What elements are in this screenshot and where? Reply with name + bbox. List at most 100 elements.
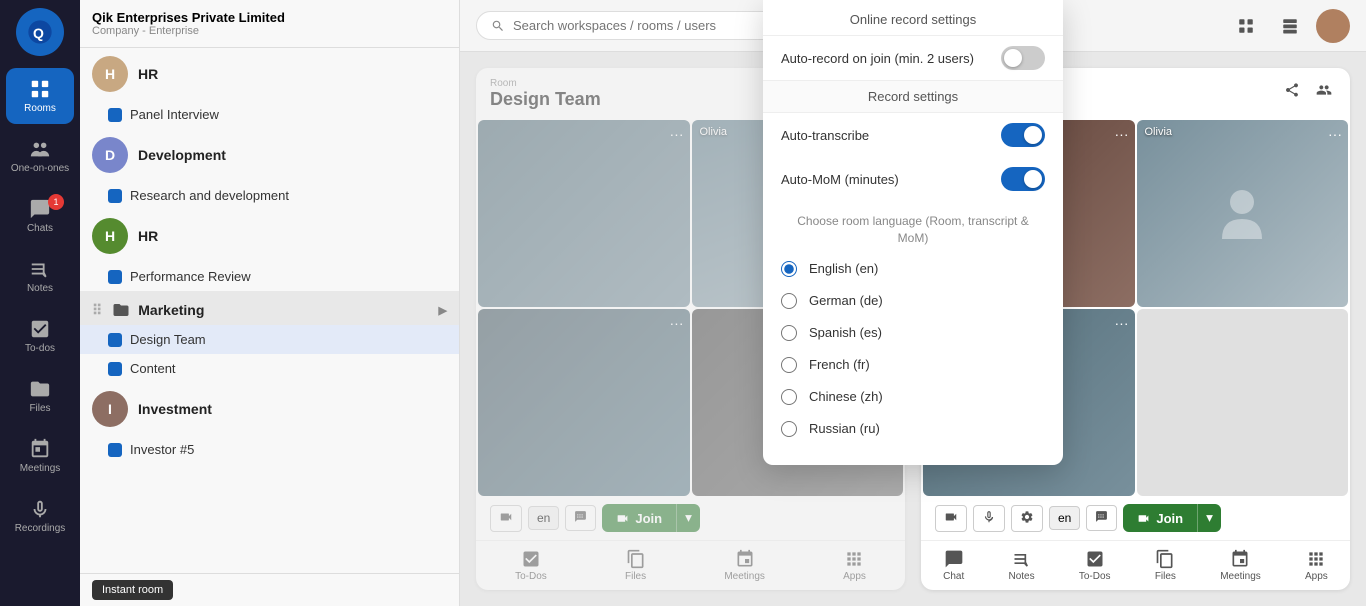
auto-mom-toggle[interactable] [1001, 167, 1045, 191]
room-item-design-team[interactable]: Design Team [80, 325, 459, 354]
sidebar-rooms-label: Rooms [24, 103, 56, 114]
auto-transcribe-toggle[interactable] [1001, 123, 1045, 147]
bottom-chat-right[interactable]: Chat [935, 547, 972, 584]
marketing-expand-hint: ▶ [439, 304, 447, 317]
grid-icon [29, 78, 51, 100]
drag-handle-icon: ⠿ [92, 302, 102, 319]
dots-right-kate[interactable]: ··· [1115, 315, 1129, 331]
lang-btn-right[interactable]: en [1049, 506, 1080, 530]
notes-icon-right [1012, 549, 1032, 569]
room-name-research-dev: Research and development [130, 188, 289, 203]
join-button-right[interactable]: Join [1123, 504, 1197, 532]
grid-view-icon [1237, 17, 1255, 35]
folder-icon [112, 301, 130, 319]
join-row-right: en Join ▾ [921, 498, 1350, 540]
bottom-notes-right[interactable]: Notes [1001, 547, 1043, 584]
sidebar-item-rooms[interactable]: Rooms [6, 68, 74, 124]
grid-view-button[interactable] [1228, 8, 1264, 44]
sidebar-item-one-on-ones[interactable]: One-on-ones [6, 128, 74, 184]
lang-radio-ru[interactable] [781, 421, 797, 437]
dots-right-sam[interactable]: ··· [1115, 126, 1129, 142]
lang-radio-de[interactable] [781, 293, 797, 309]
transcript-btn-right[interactable] [1086, 505, 1117, 531]
avatar-investment: I [92, 391, 128, 427]
todos-label-left: To-Dos [515, 571, 547, 582]
lang-btn-left[interactable]: en [528, 506, 559, 530]
room-group-investment: I Investment Investor #5 [80, 383, 459, 464]
auto-transcribe-row: Auto-transcribe [763, 113, 1063, 157]
join-dropdown-left[interactable]: ▾ [676, 504, 700, 532]
bottom-meetings-right[interactable]: Meetings [1212, 547, 1269, 584]
dots-right-olivia[interactable]: ··· [1328, 126, 1342, 142]
user-row-hr2: H HR [80, 210, 459, 262]
list-view-button[interactable] [1272, 8, 1308, 44]
dots-left-bl[interactable]: ··· [670, 315, 684, 331]
company-name: Qik Enterprises Private Limited [92, 10, 447, 25]
sidebar-notes-label: Notes [27, 283, 53, 294]
transcript-btn-left[interactable] [565, 505, 596, 531]
sidebar-item-notes[interactable]: Notes [6, 248, 74, 304]
lang-radio-fr[interactable] [781, 357, 797, 373]
marketing-group-header: ⠿ Marketing ▶ [80, 291, 459, 325]
video-toggle-left[interactable] [490, 505, 522, 532]
lang-option-de[interactable]: German (de) [763, 285, 1063, 317]
room-item-research-dev[interactable]: Research and development [80, 181, 459, 210]
lang-radio-en[interactable] [781, 261, 797, 277]
settings-toggle-right[interactable] [1011, 505, 1043, 532]
dots-left-tl[interactable]: ··· [670, 126, 684, 142]
notes-label-right: Notes [1009, 571, 1035, 582]
avatar-hr: H [92, 56, 128, 92]
notes-icon [29, 258, 51, 280]
room-item-performance-review[interactable]: Performance Review [80, 262, 459, 291]
group-button-right[interactable] [1312, 78, 1336, 105]
room-color-indicator [108, 333, 122, 347]
join-row-left: en Join ▾ [476, 498, 905, 540]
video-camera-icon-right [944, 510, 958, 524]
sidebar-files-label: Files [29, 403, 50, 414]
todos-icon-right [1085, 549, 1105, 569]
center-panel: Room Design Team ··· [460, 0, 1366, 606]
room-item-content[interactable]: Content [80, 354, 459, 383]
bottom-todos-left[interactable]: To-Dos [507, 547, 555, 584]
sidebar-item-recordings[interactable]: Recordings [6, 488, 74, 544]
video-cell-right-olivia: Olivia ··· [1137, 120, 1349, 307]
lang-option-ru[interactable]: Russian (ru) [763, 413, 1063, 445]
share-button-right[interactable] [1280, 78, 1304, 105]
lang-option-es[interactable]: Spanish (es) [763, 317, 1063, 349]
lang-option-zh[interactable]: Chinese (zh) [763, 381, 1063, 413]
sidebar-item-chats[interactable]: 1 Chats [6, 188, 74, 244]
avatar-hr2: H [92, 218, 128, 254]
bottom-files-left[interactable]: Files [617, 547, 654, 584]
bottom-files-right[interactable]: Files [1147, 547, 1184, 584]
list-view-icon [1281, 17, 1299, 35]
bottom-apps-left[interactable]: Apps [835, 547, 874, 584]
sidebar-todos-label: To-dos [25, 343, 55, 354]
modal-scroll[interactable]: Online record settings Auto-record on jo… [763, 0, 1063, 465]
room-item-panel-interview[interactable]: Panel Interview [80, 100, 459, 129]
sidebar-item-todos[interactable]: To-dos [6, 308, 74, 364]
join-dropdown-right[interactable]: ▾ [1197, 504, 1221, 532]
transcript-icon [574, 510, 587, 523]
video-toggle-right[interactable] [935, 505, 967, 532]
bottom-apps-right[interactable]: Apps [1297, 547, 1336, 584]
lang-option-fr[interactable]: French (fr) [763, 349, 1063, 381]
room-item-investor5[interactable]: Investor #5 [80, 435, 459, 464]
files-label-left: Files [625, 571, 646, 582]
lang-radio-es[interactable] [781, 325, 797, 341]
lang-option-en[interactable]: English (en) [763, 253, 1063, 285]
language-note: Choose room language (Room, transcript &… [763, 201, 1063, 253]
avatar-development: D [92, 137, 128, 173]
join-button-left[interactable]: Join [602, 504, 676, 532]
bottom-todos-right[interactable]: To-Dos [1071, 547, 1119, 584]
mic-toggle-right[interactable] [973, 505, 1005, 532]
auto-record-toggle[interactable] [1001, 46, 1045, 70]
sidebar-item-meetings[interactable]: Meetings [6, 428, 74, 484]
lang-radio-zh[interactable] [781, 389, 797, 405]
room-color-indicator [108, 443, 122, 457]
video-join-icon-right [1137, 512, 1150, 525]
bottom-meetings-left[interactable]: Meetings [716, 547, 773, 584]
marketing-group-label: Marketing [138, 302, 204, 318]
video-camera-icon [499, 510, 513, 524]
user-profile-avatar[interactable] [1316, 9, 1350, 43]
sidebar-item-files[interactable]: Files [6, 368, 74, 424]
